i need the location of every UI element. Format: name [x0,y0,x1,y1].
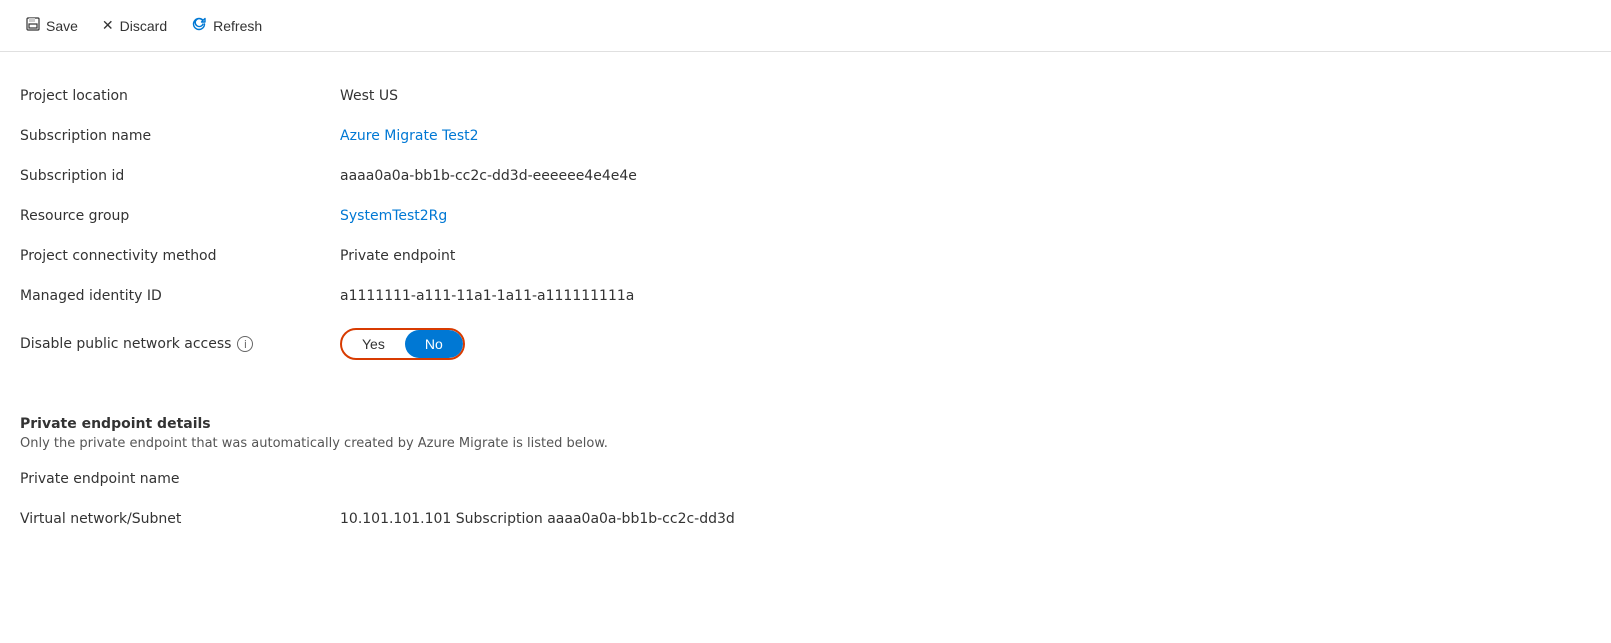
properties-table: Project location West US Subscription na… [20,76,1591,539]
managed-identity-value: a1111111-a111-11a1-1a11-a111111111a [340,276,1591,316]
private-endpoint-name-value [340,459,1591,499]
virtual-network-value: 10.101.101.101 Subscription aaaa0a0a-bb1… [340,499,1591,539]
project-connectivity-label: Project connectivity method [20,236,340,276]
refresh-icon [191,16,207,35]
disable-public-label: Disable public network access i [20,316,340,372]
private-endpoint-title: Private endpoint details [20,416,1591,432]
save-button[interactable]: Save [16,11,88,40]
info-icon[interactable]: i [237,336,253,352]
toolbar: Save ✕ Discard Refresh [0,0,1611,52]
resource-group-value[interactable]: SystemTest2Rg [340,196,1591,236]
private-endpoint-subtitle: Only the private endpoint that was autom… [20,436,1591,451]
discard-label: Discard [120,18,167,34]
save-icon [26,17,40,34]
toggle-yes-button[interactable]: Yes [342,330,405,358]
main-content: Project location West US Subscription na… [0,52,1611,563]
disable-public-value: Yes No [340,316,1591,372]
refresh-label: Refresh [213,18,262,34]
subscription-name-label: Subscription name [20,116,340,156]
private-endpoint-section: Private endpoint details Only the privat… [20,392,1591,459]
toggle-group: Yes No [340,328,465,360]
private-endpoint-name-label: Private endpoint name [20,459,340,499]
project-location-label: Project location [20,76,340,116]
discard-button[interactable]: ✕ Discard [92,11,177,40]
toggle-no-button[interactable]: No [405,330,463,358]
managed-identity-label: Managed identity ID [20,276,340,316]
virtual-network-label: Virtual network/Subnet [20,499,340,539]
save-label: Save [46,18,78,34]
subscription-id-value: aaaa0a0a-bb1b-cc2c-dd3d-eeeeee4e4e4e [340,156,1591,196]
project-location-value: West US [340,76,1591,116]
project-connectivity-value: Private endpoint [340,236,1591,276]
refresh-button[interactable]: Refresh [181,10,272,41]
discard-icon: ✕ [102,17,114,34]
resource-group-label: Resource group [20,196,340,236]
subscription-id-label: Subscription id [20,156,340,196]
subscription-name-value[interactable]: Azure Migrate Test2 [340,116,1591,156]
